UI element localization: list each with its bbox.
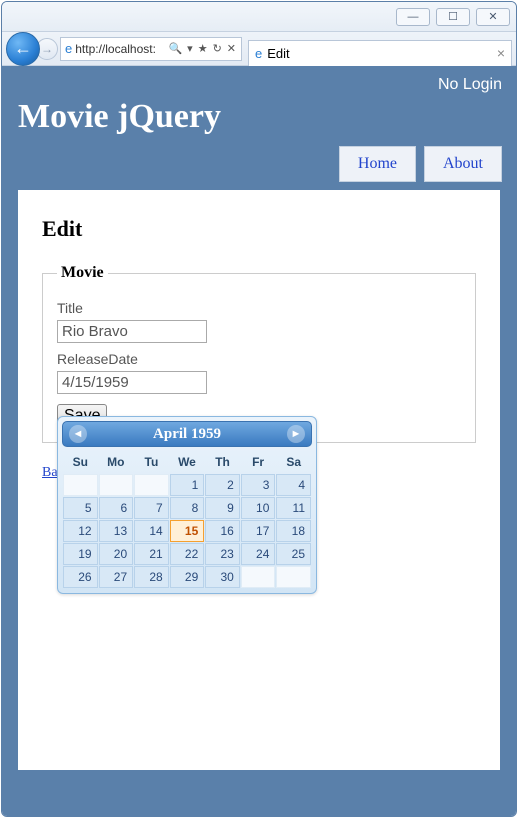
browser-tab[interactable]: e Edit × — [248, 40, 512, 66]
page-body: No Login Movie jQuery Home About Edit Mo… — [2, 66, 516, 816]
dow-header: We — [170, 451, 205, 473]
calendar-day[interactable]: 29 — [170, 566, 205, 588]
browser-window: — ☐ ✕ → e http://localhost: 🔍 ▾ ★ ↻ ✕ e … — [1, 1, 517, 817]
datepicker-title: April 1959 — [153, 426, 221, 443]
ie-icon: e — [65, 41, 72, 56]
dow-header: Fr — [241, 451, 276, 473]
calendar-day[interactable]: 7 — [134, 497, 169, 519]
title-input[interactable] — [57, 320, 207, 343]
url-field[interactable]: e http://localhost: 🔍 ▾ ★ ↻ ✕ — [60, 37, 242, 61]
calendar-day[interactable]: 23 — [205, 543, 240, 565]
calendar-day[interactable]: 14 — [134, 520, 169, 542]
calendar-day[interactable]: 25 — [276, 543, 311, 565]
calendar-day[interactable]: 26 — [63, 566, 98, 588]
calendar-day[interactable]: 30 — [205, 566, 240, 588]
dow-header: Su — [63, 451, 98, 473]
main-nav: Home About — [8, 146, 510, 190]
datepicker: ◄ April 1959 ► SuMoTuWeThFrSa 1234567891… — [57, 416, 317, 594]
calendar-day[interactable]: 4 — [276, 474, 311, 496]
calendar-day[interactable]: 5 — [63, 497, 98, 519]
nav-about[interactable]: About — [424, 146, 502, 182]
minimize-button[interactable]: — — [396, 8, 430, 26]
dow-header: Mo — [99, 451, 134, 473]
maximize-button[interactable]: ☐ — [436, 8, 470, 26]
fieldset-legend: Movie — [57, 264, 108, 282]
nav-home[interactable]: Home — [339, 146, 416, 182]
site-brand: Movie jQuery — [8, 94, 510, 146]
refresh-icon[interactable]: ↻ — [212, 42, 223, 55]
address-bar: → e http://localhost: 🔍 ▾ ★ ↻ ✕ e Edit × — [2, 32, 516, 66]
calendar-day[interactable]: 2 — [205, 474, 240, 496]
search-icon[interactable]: 🔍 — [167, 42, 183, 55]
stop-icon[interactable]: ✕ — [226, 42, 237, 55]
calendar-day[interactable]: 27 — [99, 566, 134, 588]
favorites-icon[interactable]: ★ — [197, 42, 209, 55]
dow-header: Sa — [276, 451, 311, 473]
calendar-day[interactable]: 12 — [63, 520, 98, 542]
dow-header: Th — [205, 451, 240, 473]
calendar-day[interactable]: 1 — [170, 474, 205, 496]
calendar-grid: SuMoTuWeThFrSa 1234567891011121314151617… — [62, 450, 312, 589]
dow-header: Tu — [134, 451, 169, 473]
calendar-empty-cell — [134, 474, 169, 496]
tab-title: Edit — [267, 46, 289, 61]
title-label: Title — [57, 300, 461, 316]
dropdown-icon[interactable]: ▾ — [186, 42, 194, 55]
content-panel: Edit Movie Title ReleaseDate ◄ April 195… — [18, 190, 500, 770]
calendar-day[interactable]: 17 — [241, 520, 276, 542]
calendar-day[interactable]: 19 — [63, 543, 98, 565]
close-window-button[interactable]: ✕ — [476, 8, 510, 26]
login-status[interactable]: No Login — [8, 72, 510, 94]
calendar-day[interactable]: 15 — [170, 520, 205, 542]
page-title: Edit — [42, 216, 476, 242]
calendar-day[interactable]: 3 — [241, 474, 276, 496]
tab-close-icon[interactable]: × — [497, 45, 505, 61]
calendar-day[interactable]: 10 — [241, 497, 276, 519]
ie-icon: e — [255, 46, 262, 61]
calendar-day[interactable]: 8 — [170, 497, 205, 519]
calendar-day[interactable]: 9 — [205, 497, 240, 519]
calendar-empty-cell — [241, 566, 276, 588]
calendar-day[interactable]: 28 — [134, 566, 169, 588]
calendar-day[interactable]: 13 — [99, 520, 134, 542]
calendar-day[interactable]: 16 — [205, 520, 240, 542]
calendar-day[interactable]: 21 — [134, 543, 169, 565]
next-month-button[interactable]: ► — [287, 425, 305, 443]
releasedate-label: ReleaseDate — [57, 351, 461, 367]
calendar-day[interactable]: 11 — [276, 497, 311, 519]
calendar-day[interactable]: 18 — [276, 520, 311, 542]
datepicker-header: ◄ April 1959 ► — [62, 421, 312, 447]
titlebar: — ☐ ✕ — [2, 2, 516, 32]
calendar-day[interactable]: 22 — [170, 543, 205, 565]
calendar-day[interactable]: 20 — [99, 543, 134, 565]
calendar-empty-cell — [63, 474, 98, 496]
back-button[interactable] — [6, 32, 40, 66]
releasedate-input[interactable] — [57, 371, 207, 394]
calendar-day[interactable]: 24 — [241, 543, 276, 565]
movie-fieldset: Movie Title ReleaseDate ◄ April 1959 ► S… — [42, 264, 476, 443]
url-text: http://localhost: — [75, 42, 164, 56]
calendar-empty-cell — [276, 566, 311, 588]
prev-month-button[interactable]: ◄ — [69, 425, 87, 443]
calendar-empty-cell — [99, 474, 134, 496]
calendar-day[interactable]: 6 — [99, 497, 134, 519]
